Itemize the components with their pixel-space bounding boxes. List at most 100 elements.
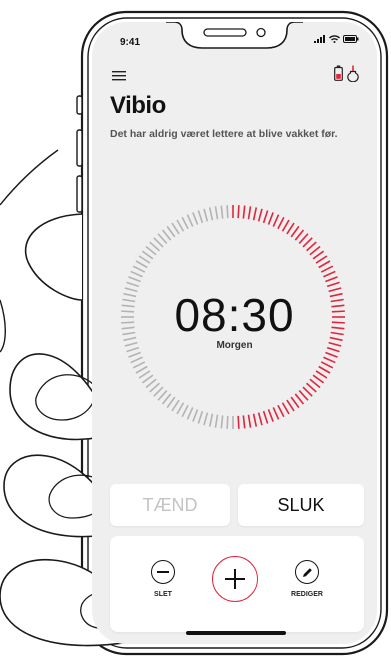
- home-indicator: [186, 631, 286, 635]
- dial-tick-inactive: [226, 205, 229, 219]
- phone-notch: [166, 22, 303, 49]
- dial-tick-inactive: [132, 361, 146, 369]
- dial-tick-active: [302, 237, 313, 248]
- dial-tick-active: [318, 260, 331, 269]
- dial-tick-active: [242, 205, 246, 219]
- dial-tick-active: [309, 245, 321, 256]
- dial-tick-active: [306, 241, 317, 252]
- dial-tick-inactive: [171, 222, 180, 235]
- dial-tick-active: [320, 361, 334, 369]
- dial-tick-inactive: [157, 390, 168, 401]
- turn-off-button[interactable]: SLUK: [238, 484, 364, 526]
- turn-on-button[interactable]: TÆND: [110, 484, 230, 526]
- dial-tick-inactive: [138, 255, 151, 264]
- dial-tick-inactive: [161, 229, 172, 241]
- dial-tick-inactive: [145, 378, 157, 389]
- pencil-icon: [302, 567, 312, 577]
- dial-tick-active: [309, 378, 321, 389]
- dial-tick-inactive: [197, 410, 204, 424]
- dial-tick-active: [262, 210, 269, 224]
- dial-tick-active: [267, 409, 274, 422]
- turn-off-label: SLUK: [277, 494, 325, 515]
- dial-tick-inactive: [186, 214, 194, 227]
- dial-tick-inactive: [208, 413, 214, 427]
- dial-tick-active: [325, 276, 338, 283]
- dial-tick-active: [315, 370, 328, 379]
- dial-tick-inactive: [130, 270, 143, 278]
- mockup-scene: 9:41 Vibio Det har aldrig været lettere …: [0, 0, 391, 656]
- dial-tick-active: [237, 205, 240, 219]
- app-subtitle: Det har aldrig været lettere at blive va…: [110, 128, 338, 140]
- dial-tick-active: [272, 214, 280, 227]
- dial-tick-inactive: [214, 414, 219, 428]
- delete-button[interactable]: [151, 560, 175, 584]
- phone-screen: 9:41 Vibio Det har aldrig været lettere …: [92, 22, 377, 644]
- dial-tick-active: [247, 206, 252, 220]
- dial-tick-active: [272, 407, 280, 420]
- edit-label: REDIGER: [291, 591, 323, 598]
- alarm-time[interactable]: 08:30: [92, 288, 377, 342]
- dial-tick-active: [281, 219, 290, 232]
- dial-tick-active: [262, 410, 269, 424]
- dial-tick-inactive: [128, 351, 141, 358]
- status-icons: [314, 35, 359, 43]
- dial-tick-inactive: [192, 212, 199, 225]
- dial-tick-active: [277, 216, 285, 230]
- dial-tick-active: [267, 212, 274, 225]
- dial-tick-active: [312, 374, 325, 384]
- dial-tick-active: [323, 356, 336, 364]
- dial-tick-inactive: [208, 207, 214, 221]
- dial-tick-inactive: [138, 370, 151, 379]
- minus-icon: [157, 571, 169, 573]
- dial-tick-active: [298, 233, 309, 244]
- battery-low-icon[interactable]: [334, 65, 343, 81]
- turn-on-label: TÆND: [142, 494, 198, 515]
- battery-icon: [343, 35, 359, 43]
- dial-tick-inactive: [145, 245, 157, 256]
- add-alarm-button[interactable]: [212, 556, 258, 602]
- wifi-icon: [329, 35, 340, 43]
- dial-tick-active: [277, 404, 285, 418]
- dial-tick-inactive: [166, 225, 176, 238]
- dial-tick-active: [252, 207, 258, 221]
- dial-tick-active: [281, 402, 290, 415]
- dial-tick-active: [320, 265, 334, 273]
- dial-tick-inactive: [203, 412, 209, 426]
- dial-tick-inactive: [176, 219, 185, 232]
- app-title: Vibio: [110, 92, 166, 119]
- dial-tick-inactive: [153, 237, 164, 248]
- vibrating-alarm-icon[interactable]: [347, 65, 359, 82]
- dial-tick-active: [286, 222, 295, 235]
- dial-tick-inactive: [141, 374, 154, 384]
- dial-tick-inactive: [149, 241, 160, 252]
- dial-tick-inactive: [192, 409, 199, 422]
- dial-tick-inactive: [220, 205, 224, 219]
- hamburger-menu-icon[interactable]: [112, 70, 126, 82]
- dial-tick-active: [257, 208, 263, 222]
- status-time: 9:41: [120, 37, 141, 48]
- dial-tick-active: [247, 414, 252, 428]
- dial-tick-active: [312, 250, 325, 260]
- dial-tick-inactive: [141, 250, 154, 260]
- dial-tick-inactive: [130, 356, 143, 364]
- dial-tick-inactive: [126, 281, 140, 288]
- dial-tick-active: [286, 399, 295, 412]
- dial-tick-inactive: [128, 276, 141, 283]
- dial-tick-active: [290, 225, 300, 238]
- dial-tick-inactive: [220, 415, 224, 429]
- dial-tick-active: [242, 415, 246, 429]
- dial-tick-active: [257, 412, 263, 426]
- controls-panel: SLET REDIGER: [110, 536, 364, 632]
- dial-tick-active: [318, 365, 331, 374]
- dial-tick-active: [302, 386, 313, 397]
- dial-tick-active: [323, 270, 336, 278]
- alarm-label: Morgen: [216, 340, 253, 351]
- dial-tick-inactive: [171, 399, 180, 412]
- dial-tick-active: [290, 396, 300, 409]
- dial-tick-active: [326, 281, 340, 288]
- dial-tick-inactive: [214, 206, 219, 220]
- dial-tick-inactive: [132, 265, 146, 273]
- dial-tick-inactive: [135, 365, 148, 374]
- edit-button[interactable]: [295, 560, 319, 584]
- plus-icon: [225, 569, 245, 589]
